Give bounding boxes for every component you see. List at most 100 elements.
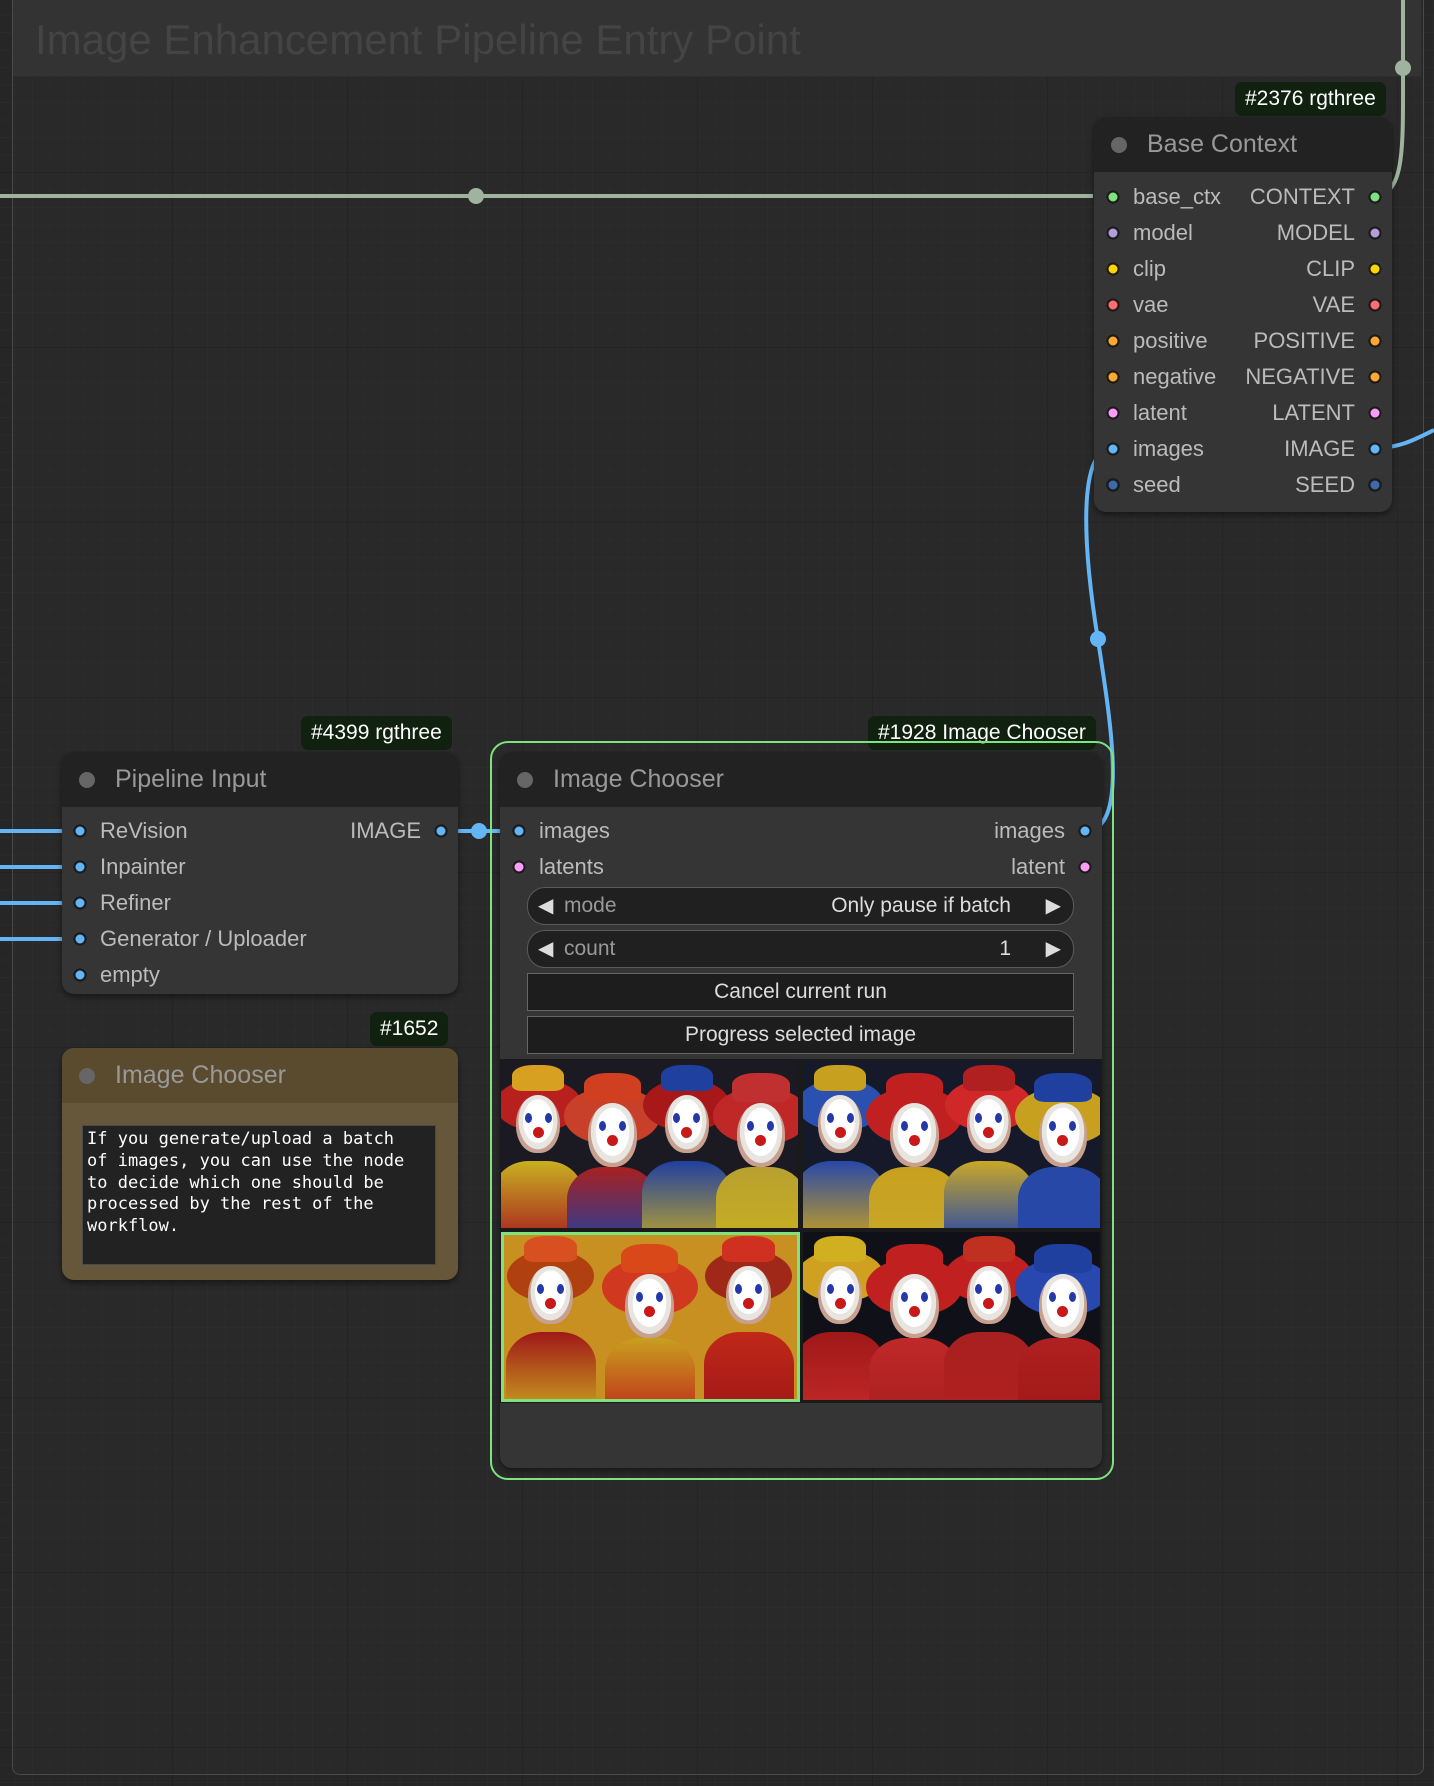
pipeline-input-refiner[interactable]: Refiner [73, 888, 303, 918]
context-link-midpoint[interactable] [468, 188, 484, 204]
input-socket-icon[interactable] [1106, 406, 1120, 420]
clown-eye [920, 1292, 928, 1302]
context-link-top-midpoint[interactable] [1395, 60, 1411, 76]
input-socket-icon[interactable] [73, 896, 87, 910]
clown-nose [908, 1306, 920, 1317]
base-context-output-latent-label: LATENT [1272, 400, 1355, 425]
output-socket-icon[interactable] [1368, 298, 1382, 312]
clown-hat [814, 1236, 867, 1263]
clown-body [715, 1167, 798, 1228]
clown-face [664, 1095, 709, 1153]
input-socket-icon[interactable] [1106, 442, 1120, 456]
input-socket-icon[interactable] [1106, 262, 1120, 276]
cancel-current-run-button[interactable]: Cancel current run [527, 973, 1074, 1011]
input-socket-icon[interactable] [512, 824, 526, 838]
clown-hat [962, 1065, 1015, 1092]
image-link-pipeline-midpoint[interactable] [471, 823, 487, 839]
clown-eye [826, 1284, 834, 1294]
output-socket-icon[interactable] [1368, 226, 1382, 240]
arrow-right-icon[interactable]: ▶ [1046, 931, 1061, 967]
base-context-output-image[interactable]: IMAGE [1220, 434, 1382, 464]
output-socket-icon[interactable] [434, 824, 448, 838]
input-socket-icon[interactable] [73, 968, 87, 982]
arrow-right-icon[interactable]: ▶ [1046, 888, 1061, 924]
pipeline-input-generator-uploader[interactable]: Generator / Uploader [73, 924, 307, 954]
output-socket-icon[interactable] [1368, 190, 1382, 204]
input-socket-icon[interactable] [1106, 370, 1120, 384]
pipeline-input-inpainter[interactable]: Inpainter [73, 852, 303, 882]
note-node[interactable]: Image Chooser If you generate/upload a b… [62, 1048, 458, 1280]
output-socket-icon[interactable] [1368, 334, 1382, 348]
mode-value: Only pause if batch [831, 894, 1011, 917]
input-socket-icon[interactable] [1106, 478, 1120, 492]
collapse-dot-icon[interactable] [1111, 137, 1127, 153]
image-thumbnail[interactable] [501, 1061, 798, 1228]
output-socket-icon[interactable] [1368, 370, 1382, 384]
arrow-left-icon[interactable]: ◀ [538, 931, 553, 967]
note-title-bar[interactable]: Image Chooser [62, 1048, 458, 1103]
image-chooser-output-images[interactable]: images [940, 816, 1092, 846]
input-socket-icon[interactable] [1106, 226, 1120, 240]
base-context-output-latent[interactable]: LATENT [1220, 398, 1382, 428]
base-context-output-positive[interactable]: POSITIVE [1220, 326, 1382, 356]
arrow-left-icon[interactable]: ◀ [538, 888, 553, 924]
image-chooser-input-latents[interactable]: latents [512, 852, 662, 882]
output-socket-icon[interactable] [1368, 442, 1382, 456]
image-chooser-input-images[interactable]: images [512, 816, 662, 846]
base-context-title-bar[interactable]: Base Context [1094, 117, 1392, 172]
collapse-dot-icon[interactable] [517, 772, 533, 788]
base-context-output-seed[interactable]: SEED [1220, 470, 1382, 500]
base-context-output-model-label: MODEL [1276, 220, 1355, 245]
image-thumbnail[interactable] [803, 1232, 1100, 1400]
base-context-output-clip[interactable]: CLIP [1220, 254, 1382, 284]
input-socket-icon[interactable] [73, 824, 87, 838]
pipeline-input-revision[interactable]: ReVision [73, 816, 303, 846]
base-context-output-vae[interactable]: VAE [1220, 290, 1382, 320]
pipeline-input-title: Pipeline Input [115, 765, 267, 793]
input-socket-icon[interactable] [1106, 190, 1120, 204]
clown-eye [618, 1121, 626, 1131]
clown-hat [962, 1236, 1015, 1263]
clown-nose [834, 1127, 846, 1138]
input-socket-icon[interactable] [1106, 334, 1120, 348]
clown-hat [885, 1073, 944, 1102]
count-number-widget[interactable]: ◀ count 1 ▶ [527, 930, 1074, 968]
base-context-output-model[interactable]: MODEL [1220, 218, 1382, 248]
image-chooser-title-bar[interactable]: Image Chooser [500, 752, 1102, 807]
clown-eye [524, 1113, 532, 1123]
input-socket-icon[interactable] [73, 932, 87, 946]
note-badge: #1652 [370, 1012, 449, 1046]
progress-selected-image-button[interactable]: Progress selected image [527, 1016, 1074, 1054]
input-socket-icon[interactable] [73, 860, 87, 874]
output-socket-icon[interactable] [1368, 406, 1382, 420]
output-socket-icon[interactable] [1368, 478, 1382, 492]
base-context-output-context[interactable]: CONTEXT [1220, 182, 1382, 212]
clown-nose [834, 1298, 846, 1309]
image-link-chooser-midpoint[interactable] [1090, 631, 1106, 647]
output-socket-icon[interactable] [1368, 262, 1382, 276]
count-label: count [564, 937, 616, 960]
collapse-dot-icon[interactable] [79, 772, 95, 788]
image-thumbnail[interactable] [803, 1061, 1100, 1228]
pipeline-input-generator-uploader-label: Generator / Uploader [100, 926, 307, 951]
pipeline-input-inpainter-label: Inpainter [100, 854, 186, 879]
image-preview-grid [500, 1059, 1102, 1403]
clown-eye [598, 1121, 606, 1131]
mode-combo[interactable]: ◀ mode Only pause if batch ▶ [527, 887, 1074, 925]
note-title: Image Chooser [115, 1061, 286, 1089]
pipeline-input-empty[interactable]: empty [73, 960, 303, 990]
input-socket-icon[interactable] [512, 860, 526, 874]
clown-face [818, 1266, 863, 1324]
output-socket-icon[interactable] [1078, 824, 1092, 838]
clown-hat [512, 1065, 565, 1092]
pipeline-input-title-bar[interactable]: Pipeline Input [62, 752, 458, 807]
pipeline-input-output-image[interactable]: IMAGE [300, 816, 448, 846]
image-chooser-output-latent[interactable]: latent [940, 852, 1092, 882]
note-textarea[interactable]: If you generate/upload a batch of images… [82, 1125, 436, 1265]
clown-body [1017, 1167, 1100, 1228]
input-socket-icon[interactable] [1106, 298, 1120, 312]
base-context-output-negative[interactable]: NEGATIVE [1220, 362, 1382, 392]
collapse-dot-icon[interactable] [79, 1068, 95, 1084]
output-socket-icon[interactable] [1078, 860, 1092, 874]
image-chooser-title: Image Chooser [553, 765, 724, 793]
